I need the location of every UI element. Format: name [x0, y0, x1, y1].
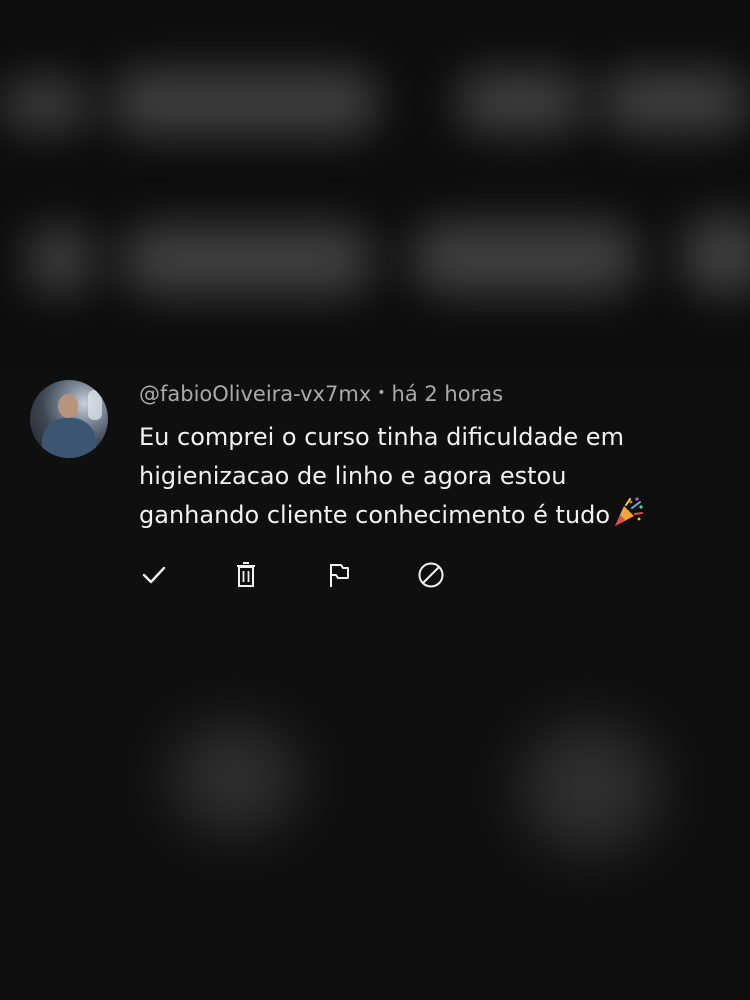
comment-item: @fabioOliveira-vx7mx • há 2 horas Eu compr…: [0, 368, 750, 598]
comment-text-line: ganhando cliente conhecimento é tudo: [139, 496, 729, 535]
trash-icon: [237, 562, 255, 587]
party-popper-icon: [615, 497, 644, 526]
delete-button[interactable]: [231, 560, 261, 590]
comment-text: Eu comprei o curso tinha dificuldade em …: [139, 418, 729, 535]
blurred-footer-background: [0, 598, 750, 1000]
blurred-header-background: [0, 0, 750, 368]
comment-author[interactable]: @fabioOliveira-vx7mx: [139, 382, 371, 406]
comment-text-line: higienizacao de linho e agora estou: [139, 462, 567, 490]
check-icon: [142, 566, 166, 584]
block-button[interactable]: [416, 560, 446, 590]
flag-icon: [330, 564, 349, 587]
comment-text-line: Eu comprei o curso tinha dificuldade em: [139, 423, 624, 451]
avatar[interactable]: [30, 380, 108, 458]
comment-time: há 2 horas: [391, 382, 504, 406]
report-button[interactable]: [324, 560, 354, 590]
meta-separator: •: [377, 385, 386, 401]
approve-button[interactable]: [139, 560, 169, 590]
comment-meta: @fabioOliveira-vx7mx • há 2 horas: [139, 382, 503, 406]
block-icon: [418, 562, 444, 588]
